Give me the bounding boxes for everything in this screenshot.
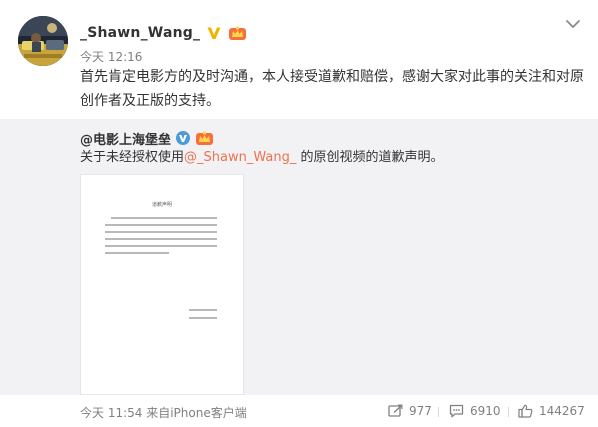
repost-card: @电影上海堡垒 关于未经授权使用@_Shawn_Wang_ 的原创视频的道歉声明… <box>0 119 598 395</box>
mention-link[interactable]: @_Shawn_Wang_ <box>184 150 296 165</box>
divider <box>438 407 439 417</box>
post-footer: 今天 11:54 来自iPhone客户端 977 6910 144267 <box>0 395 598 427</box>
repost-text-suffix: 的原创视频的道歉声明。 <box>296 150 444 165</box>
avatar[interactable] <box>18 16 68 66</box>
verified-v-icon <box>175 130 191 146</box>
chevron-down-icon[interactable] <box>564 16 582 30</box>
post-timestamp[interactable]: 今天 12:16 <box>80 48 142 65</box>
username[interactable]: _Shawn_Wang_ <box>80 25 200 41</box>
document-line <box>105 224 217 226</box>
document-line <box>111 217 217 219</box>
comment-button[interactable]: 6910 <box>449 403 501 419</box>
repost-time-source[interactable]: 今天 11:54 来自iPhone客户端 <box>80 404 247 421</box>
document-line <box>105 245 217 247</box>
document-line <box>105 231 217 233</box>
member-crown-icon[interactable] <box>228 25 247 41</box>
repost-count: 977 <box>409 404 432 418</box>
comment-icon <box>449 404 464 418</box>
apology-statement-image[interactable]: 道歉声明 <box>80 174 244 395</box>
document-line <box>189 317 217 319</box>
comment-count: 6910 <box>470 404 501 418</box>
post-author: _Shawn_Wang_ <box>80 22 247 44</box>
repost-username[interactable]: @电影上海堡垒 <box>80 129 171 148</box>
avatar-image <box>18 16 68 66</box>
repost-text: 关于未经授权使用@_Shawn_Wang_ 的原创视频的道歉声明。 <box>80 148 443 168</box>
document-line <box>105 238 217 240</box>
repost-author: @电影上海堡垒 <box>80 128 214 148</box>
divider <box>508 407 509 417</box>
like-count: 144267 <box>539 404 585 418</box>
repost-text-prefix: 关于未经授权使用 <box>80 150 185 165</box>
verified-v-icon <box>206 25 222 41</box>
document-title: 道歉声明 <box>151 202 172 208</box>
repost-button[interactable]: 977 <box>388 403 432 419</box>
like-button[interactable]: 144267 <box>518 403 585 419</box>
member-crown-icon[interactable] <box>195 130 214 146</box>
post-content: 首先肯定电影方的及时沟通，本人接受道歉和赔偿，感谢大家对此事的关注和对原创作者及… <box>80 69 584 109</box>
document-line <box>105 252 169 254</box>
document-line <box>189 309 217 311</box>
repost-icon <box>388 404 403 418</box>
thumbs-up-icon <box>518 404 533 418</box>
